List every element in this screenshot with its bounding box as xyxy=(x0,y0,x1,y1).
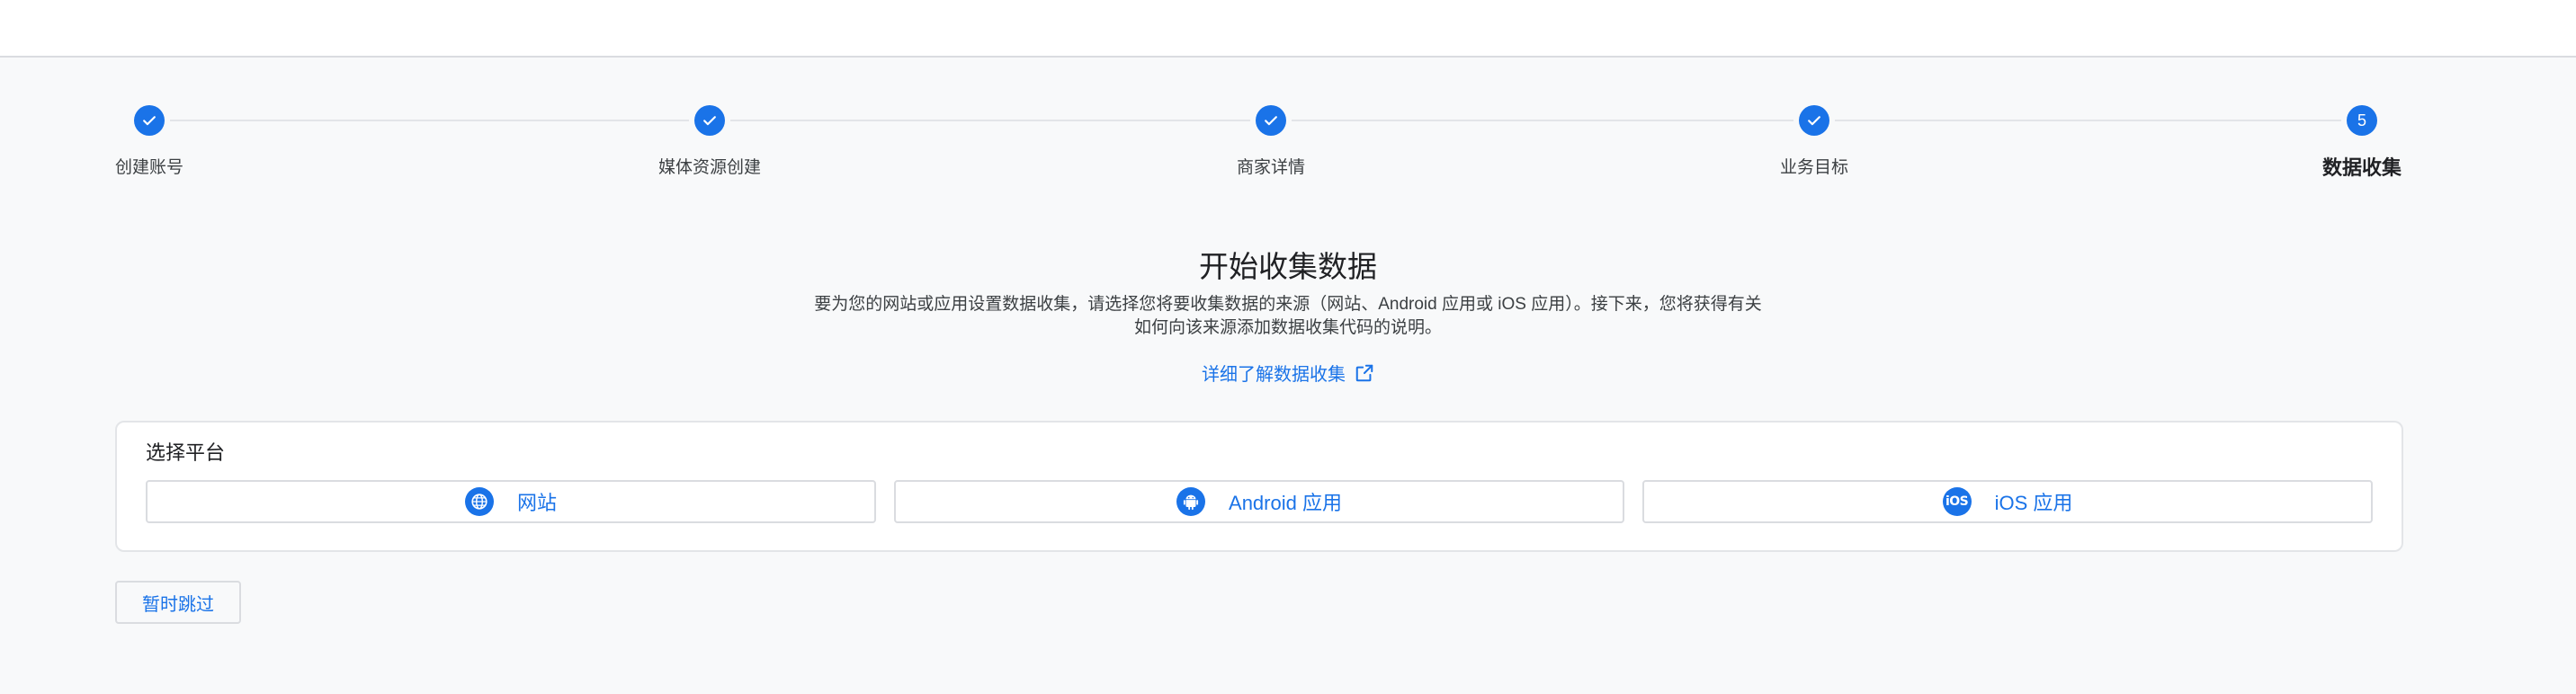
step-number-badge: 5 xyxy=(2347,105,2377,136)
platform-android-button[interactable]: Android 应用 xyxy=(894,480,1624,523)
platform-ios-button[interactable]: iOS iOS 应用 xyxy=(1642,480,2373,523)
platform-web-button[interactable]: 网站 xyxy=(146,480,876,523)
step-label: 业务目标 xyxy=(1779,158,1848,177)
skip-for-now-button[interactable]: 暂时跳过 xyxy=(115,581,241,624)
description-line: 如何向该来源添加数据收集代码的说明。 xyxy=(1133,318,1442,337)
globe-icon xyxy=(464,487,494,516)
check-icon xyxy=(134,105,165,136)
ios-icon: iOS xyxy=(1942,487,1972,516)
page-description: 要为您的网站或应用设置数据收集，请选择您将要收集数据的来源（网站、Android… xyxy=(775,293,1801,340)
step-label-current: 数据收集 xyxy=(2321,156,2402,179)
top-app-bar xyxy=(0,0,2576,58)
platform-android-label: Android 应用 xyxy=(1229,492,1342,514)
check-icon xyxy=(1256,105,1286,136)
external-link-icon xyxy=(1355,364,1373,381)
description-line: 要为您的网站或应用设置数据收集，请选择您将要收集数据的来源（网站、Android… xyxy=(814,295,1762,314)
platform-ios-label: iOS 应用 xyxy=(1994,492,2073,514)
step-business-objectives: 业务目标 xyxy=(1697,105,1931,178)
step-data-collection: 5 数据收集 xyxy=(2245,105,2479,181)
step-label: 商家详情 xyxy=(1236,158,1305,177)
check-icon xyxy=(694,105,725,136)
check-icon xyxy=(1799,105,1829,136)
platform-selection-card: 选择平台 网站 Android 应用 iOS iOS 应用 xyxy=(115,421,2403,552)
step-property-creation: 媒体资源创建 xyxy=(593,105,827,178)
learn-more-label: 详细了解数据收集 xyxy=(1202,365,1346,385)
learn-more-link[interactable]: 详细了解数据收集 xyxy=(0,360,2576,386)
platform-web-label: 网站 xyxy=(516,492,557,514)
page-title: 开始收集数据 xyxy=(1199,250,1377,283)
android-icon xyxy=(1176,487,1206,516)
step-business-details: 商家详情 xyxy=(1154,105,1388,178)
step-label: 媒体资源创建 xyxy=(657,158,761,177)
step-create-account: 创建账号 xyxy=(32,105,266,178)
step-label: 创建账号 xyxy=(114,158,183,177)
platform-section-title: 选择平台 xyxy=(146,441,226,464)
